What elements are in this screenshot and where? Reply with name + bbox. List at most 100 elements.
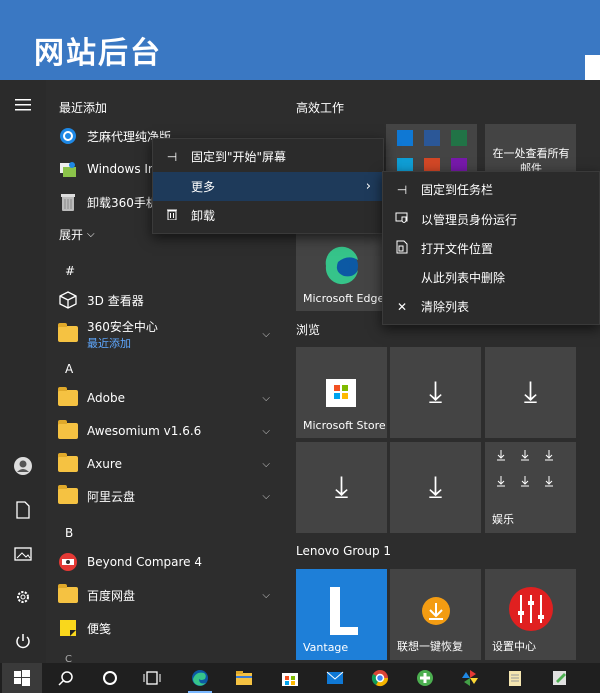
notepad-app-icon[interactable] <box>495 663 535 693</box>
tile-label: Vantage <box>303 641 349 654</box>
sticky-notes-icon <box>58 618 78 638</box>
menu-item-uninstall[interactable]: 卸载 <box>153 201 383 230</box>
folder-icon <box>58 453 78 474</box>
folder-360[interactable]: 360安全中心 最近添加 ⌵ <box>58 317 278 351</box>
search-icon[interactable] <box>46 663 86 693</box>
menu-item-pin-taskbar[interactable]: ⊣ 固定到任务栏 <box>383 175 599 204</box>
folder-label: Adobe <box>87 391 125 405</box>
mail-icon[interactable] <box>315 663 355 693</box>
tile-label: 联想一键恢复 <box>397 640 463 653</box>
cortana-icon[interactable] <box>90 663 130 693</box>
file-icon <box>383 240 421 257</box>
folder-icon <box>58 387 78 408</box>
chevron-right-icon: › <box>365 179 371 194</box>
chevron-down-icon: ⌵ <box>262 328 270 340</box>
app-label: 便笺 <box>87 621 112 636</box>
folder-label: 阿里云盘 <box>87 489 136 504</box>
taskbar <box>0 663 600 693</box>
folder-aliyun[interactable]: 阿里云盘 ⌵ <box>58 481 278 511</box>
download-arrows-grid-icon <box>497 450 553 487</box>
group-header-productivity: 高效工作 <box>296 101 345 115</box>
section-letter-b[interactable]: B <box>65 526 73 540</box>
folder-baidu[interactable]: 百度网盘 ⌵ <box>58 580 278 610</box>
cube-icon <box>58 290 78 310</box>
menu-item-remove-from-list[interactable]: 从此列表中删除 <box>383 263 599 292</box>
tile-microsoft-store[interactable]: Microsoft Store <box>296 347 387 438</box>
tile-vantage[interactable]: Vantage <box>296 569 387 660</box>
background-page-header: 网站后台 <box>0 0 600 80</box>
app-beyond-compare[interactable]: Beyond Compare 4 <box>58 547 278 577</box>
menu-item-label: 固定到任务栏 <box>421 183 494 197</box>
download-arrow-icon: ⤓ <box>428 470 443 505</box>
app-label: 卸载360手机 <box>87 195 158 210</box>
tile-download-1[interactable]: ⤓ <box>390 347 481 438</box>
pin-icon: ⊣ <box>396 182 408 197</box>
menu-item-label: 固定到"开始"屏幕 <box>191 150 287 164</box>
folder-icon <box>58 584 78 605</box>
app-sticky-notes[interactable]: 便笺 <box>58 613 278 643</box>
app-label: Beyond Compare 4 <box>87 555 202 569</box>
tile-label: Microsoft Store <box>303 419 386 432</box>
chevron-down-icon: ⌵ <box>262 392 270 404</box>
pin-icon: ⊣ <box>166 149 178 164</box>
group-header-lenovo: Lenovo Group 1 <box>296 544 392 558</box>
tile-lenovo-restore[interactable]: 联想一键恢复 <box>390 569 481 660</box>
tile-download-3[interactable]: ⤓ <box>296 442 387 533</box>
shield-icon <box>383 212 421 227</box>
folder-axure[interactable]: Axure ⌵ <box>58 449 278 479</box>
group-header-browse: 浏览 <box>296 323 321 337</box>
menu-item-label: 从此列表中删除 <box>421 271 506 285</box>
chevron-down-icon: ⌵ <box>87 228 95 240</box>
tile-entertainment[interactable]: 娱乐 <box>485 442 576 533</box>
page-title: 网站后台 <box>34 36 162 71</box>
folder-awesomium[interactable]: Awesomium v1.6.6 ⌵ <box>58 416 278 446</box>
menu-item-run-as-admin[interactable]: 以管理员身份运行 <box>383 205 599 234</box>
tile-download-4[interactable]: ⤓ <box>390 442 481 533</box>
menu-item-label: 更多 <box>191 180 216 194</box>
menu-item-pin-start[interactable]: ⊣ 固定到"开始"屏幕 <box>153 142 383 171</box>
tile-settings-center[interactable]: 设置中心 <box>485 569 576 660</box>
task-view-icon[interactable] <box>132 663 172 693</box>
app-label: Windows Ins <box>87 162 162 176</box>
start-rail <box>0 80 46 663</box>
windows-installer-icon <box>58 159 78 179</box>
tile-label: 娱乐 <box>492 513 514 526</box>
pinwheel-app-icon[interactable] <box>450 663 490 693</box>
menu-item-label: 清除列表 <box>421 300 470 314</box>
settings-gear-icon[interactable] <box>12 586 34 608</box>
zhima-proxy-icon <box>58 126 78 146</box>
tile-label: Microsoft Edge <box>303 292 385 305</box>
app-label: 3D 查看器 <box>87 293 144 308</box>
hamburger-menu-icon[interactable] <box>12 94 34 116</box>
menu-item-open-location[interactable]: 打开文件位置 <box>383 234 599 263</box>
tile-download-2[interactable]: ⤓ <box>485 347 576 438</box>
chrome-icon[interactable] <box>360 663 400 693</box>
store-taskbar-icon[interactable] <box>270 663 310 693</box>
menu-item-label: 打开文件位置 <box>421 242 494 256</box>
trash-icon <box>153 208 191 223</box>
documents-icon[interactable] <box>12 499 34 521</box>
user-icon[interactable] <box>12 455 34 477</box>
windows-logo-icon <box>14 670 30 686</box>
folder-adobe[interactable]: Adobe ⌵ <box>58 383 278 413</box>
start-button[interactable] <box>2 663 42 693</box>
recently-added-badge: 最近添加 <box>87 336 131 350</box>
tile-label: 设置中心 <box>492 640 536 653</box>
power-icon[interactable] <box>12 630 34 652</box>
edge-taskbar-icon[interactable] <box>180 663 220 693</box>
editor-app-icon[interactable] <box>540 663 580 693</box>
folder-label: 360安全中心 <box>87 319 158 334</box>
folder-label: 百度网盘 <box>87 588 136 603</box>
app-3d-viewer[interactable]: 3D 查看器 <box>58 285 278 315</box>
pictures-icon[interactable] <box>12 543 34 565</box>
menu-item-clear-list[interactable]: ✕ 清除列表 <box>383 292 599 321</box>
section-letter-a[interactable]: A <box>65 362 73 376</box>
section-letter-hash[interactable]: # <box>65 264 75 278</box>
file-explorer-icon[interactable] <box>224 663 264 693</box>
download-arrow-icon: ⤓ <box>334 470 349 505</box>
menu-item-more[interactable]: 更多 › <box>153 172 383 201</box>
plus-app-icon[interactable] <box>405 663 445 693</box>
chevron-down-icon: ⌵ <box>262 458 270 470</box>
folder-label: Awesomium v1.6.6 <box>87 424 202 438</box>
close-icon: ✕ <box>396 299 408 314</box>
